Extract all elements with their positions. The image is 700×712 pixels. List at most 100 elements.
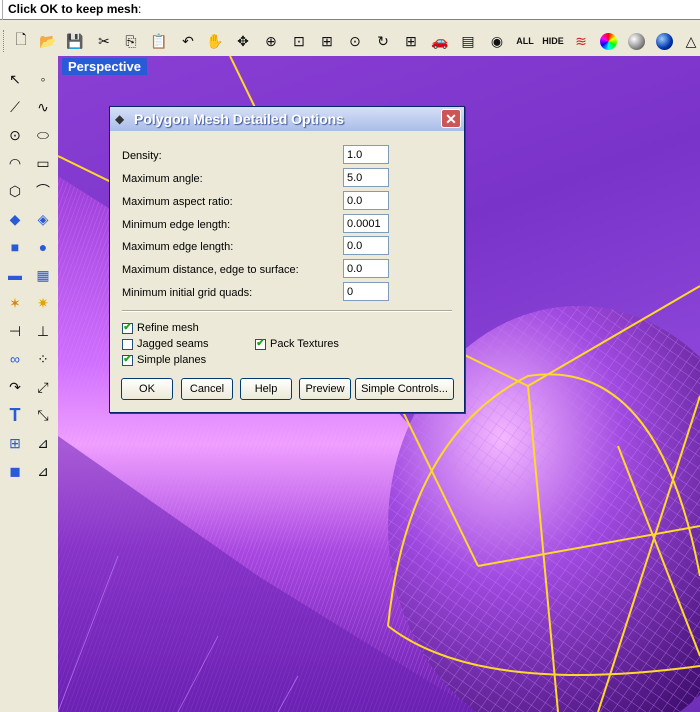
show-all-button[interactable]: ALL (512, 30, 538, 52)
group-icon[interactable]: ⊞ (4, 432, 26, 454)
copy-icon[interactable]: ⎘ (120, 30, 142, 52)
pack-textures-label: Pack Textures (270, 338, 339, 350)
command-prompt-colon: : (138, 2, 142, 16)
undo-icon[interactable]: ↶ (177, 30, 199, 52)
zoom-window-icon[interactable]: ⊕ (260, 30, 282, 52)
dialog-separator (122, 310, 452, 312)
min-edge-length-field[interactable] (343, 214, 389, 233)
mesh-icon[interactable]: ▦ (32, 264, 54, 286)
max-edge-length-label: Maximum edge length: (122, 241, 234, 253)
pan-hand-icon[interactable]: ✋ (204, 30, 226, 52)
density-label: Density: (122, 150, 162, 162)
max-angle-label: Maximum angle: (122, 173, 203, 185)
dimension-icon[interactable]: ⊿ (32, 460, 54, 482)
fillet-icon[interactable]: ⌒ (32, 180, 54, 202)
zoom-selected-icon[interactable]: ⊙ (344, 30, 366, 52)
cut-icon[interactable]: ✂ (93, 30, 115, 52)
transform-icon[interactable]: ✶ (4, 292, 26, 314)
simple-planes-check-icon: ✔ (122, 354, 133, 366)
min-grid-quads-field[interactable] (343, 282, 389, 301)
material-sphere-gray-icon[interactable] (625, 30, 647, 52)
ellipse-icon[interactable]: ⬭ (32, 124, 54, 146)
scale-icon[interactable]: ⤢ (32, 376, 54, 398)
refine-mesh-check-icon: ✔ (122, 322, 133, 334)
analyze-icon[interactable]: ⊿ (32, 432, 54, 454)
array-icon[interactable]: ⁘ (32, 348, 54, 370)
polygon-mesh-options-dialog: ◆ Polygon Mesh Detailed Options ✕ Densit… (109, 106, 465, 413)
zoom-dynamic-icon[interactable]: ⊡ (288, 30, 310, 52)
rectangle-icon[interactable]: ▭ (32, 152, 54, 174)
car-render-icon[interactable]: 🚗 (429, 30, 451, 52)
max-distance-field[interactable] (343, 259, 389, 278)
select-arrow-icon[interactable]: ↖ (4, 68, 26, 90)
left-panel-fill (0, 488, 58, 712)
max-aspect-ratio-label: Maximum aspect ratio: (122, 196, 233, 208)
layer-stack-icon[interactable]: ≋ (570, 30, 592, 52)
max-edge-length-field[interactable] (343, 236, 389, 255)
point-icon[interactable]: ◦ (32, 68, 54, 90)
arc-icon[interactable]: ◠ (4, 152, 26, 174)
box-solid-icon[interactable]: ■ (4, 236, 26, 258)
dialog-titlebar[interactable]: ◆ Polygon Mesh Detailed Options ✕ (110, 107, 464, 131)
density-field[interactable] (343, 145, 389, 164)
loft-icon[interactable]: ◈ (32, 208, 54, 230)
command-prompt-text: Click OK to keep mesh: (8, 2, 141, 16)
sphere-solid-icon[interactable]: ● (32, 236, 54, 258)
layers-icon[interactable]: ▤ (457, 30, 479, 52)
polygon-icon[interactable]: ⬡ (4, 180, 26, 202)
refine-mesh-label: Refine mesh (137, 322, 199, 334)
pack-textures-check-icon: ✔ (255, 338, 266, 350)
circle-icon[interactable]: ⊙ (4, 124, 26, 146)
curve-icon[interactable]: ∿ (32, 96, 54, 118)
help-button[interactable]: Help (240, 378, 292, 400)
boolean-union-icon[interactable]: ∞ (4, 348, 26, 370)
color-wheel-icon[interactable] (597, 30, 619, 52)
hide-button[interactable]: HIDE (540, 30, 566, 52)
rotate-icon[interactable]: ↷ (4, 376, 26, 398)
command-bar-edge (2, 0, 3, 20)
simple-controls-button[interactable]: Simple Controls... (355, 378, 454, 400)
min-edge-length-label: Minimum edge length: (122, 219, 231, 231)
cone-icon[interactable]: △ (680, 30, 700, 52)
mesh-app-icon: ◆ (115, 112, 125, 126)
simple-planes-label: Simple planes (137, 354, 207, 366)
dialog-title: Polygon Mesh Detailed Options (134, 111, 345, 127)
material-sphere-blue-icon[interactable] (653, 30, 675, 52)
refine-mesh-checkbox[interactable]: ✔ Refine mesh (122, 321, 199, 335)
pack-textures-checkbox[interactable]: ✔ Pack Textures (255, 337, 339, 351)
shade-icon[interactable]: ◼ (4, 460, 26, 482)
save-icon[interactable]: 💾 (64, 30, 86, 52)
command-prompt-main: Click OK to keep mesh (8, 2, 139, 16)
close-button[interactable]: ✕ (441, 109, 461, 128)
text-icon[interactable]: T (4, 404, 26, 426)
move-icon[interactable]: ⤡ (32, 404, 54, 426)
max-angle-field[interactable] (343, 168, 389, 187)
preview-button[interactable]: Preview (299, 378, 351, 400)
rotate-view-icon[interactable]: ✥ (232, 30, 254, 52)
jagged-seams-check-box (122, 338, 133, 350)
ok-button[interactable]: OK (121, 378, 173, 400)
jagged-seams-checkbox[interactable]: Jagged seams (122, 337, 209, 351)
paste-icon[interactable]: 📋 (148, 30, 170, 52)
zoom-extents-icon[interactable]: ⊞ (316, 30, 338, 52)
new-file-icon[interactable]: 🗋 (10, 30, 32, 52)
simple-planes-checkbox[interactable]: ✔ Simple planes (122, 353, 206, 367)
undo-view-icon[interactable]: ↻ (372, 30, 394, 52)
jagged-seams-label: Jagged seams (137, 338, 209, 350)
trim-icon[interactable]: ⊥ (32, 320, 54, 342)
min-grid-quads-label: Minimum initial grid quads: (122, 287, 253, 299)
max-aspect-ratio-field[interactable] (343, 191, 389, 210)
max-distance-label: Maximum distance, edge to surface: (122, 264, 299, 276)
explode-icon[interactable]: ✷ (32, 292, 54, 314)
toolbar-grip[interactable] (3, 30, 7, 52)
split-icon[interactable]: ⊣ (4, 320, 26, 342)
viewport-title[interactable]: Perspective (62, 58, 147, 75)
command-prompt-bar[interactable]: Click OK to keep mesh: (0, 0, 700, 20)
surface-icon[interactable]: ◆ (4, 208, 26, 230)
cylinder-icon[interactable]: ▬ (4, 264, 26, 286)
polyline-icon[interactable]: ⟋ (4, 96, 26, 118)
four-viewports-icon[interactable]: ⊞ (400, 30, 422, 52)
cancel-button[interactable]: Cancel (181, 378, 233, 400)
open-folder-icon[interactable]: 📂 (37, 30, 59, 52)
show-object-icon[interactable]: ◉ (486, 30, 508, 52)
